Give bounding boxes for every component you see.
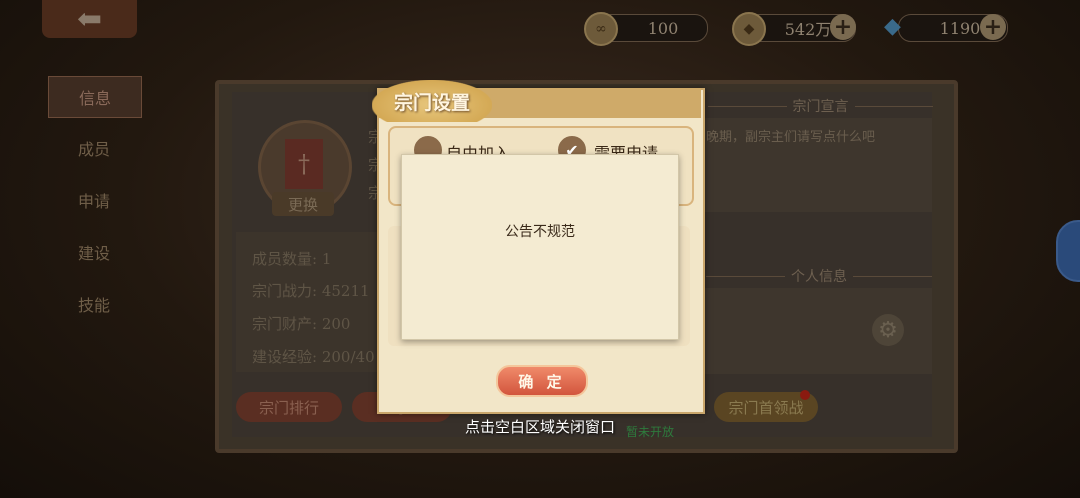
sect-power: 宗门战力: 45211	[252, 282, 370, 300]
change-emblem-button[interactable]: 更换	[272, 192, 334, 216]
nav-info[interactable]: 信息	[48, 76, 142, 118]
notice-invalid-toast: 公告不规范	[401, 154, 679, 340]
nav-members[interactable]: 成员	[48, 128, 140, 168]
back-arrow-icon: ⬅	[76, 1, 103, 37]
resource-coin: 100 ∞	[584, 12, 708, 46]
confirm-button[interactable]: 确 定	[496, 365, 588, 397]
nav-skills[interactable]: 技能	[48, 284, 140, 324]
build-exp: 建设经验: 200/40	[252, 348, 375, 366]
announcement-box[interactable]: 晚期，副宗主们请写点什么吧	[704, 118, 932, 212]
member-count: 成员数量: 1	[252, 250, 332, 268]
add-copper-button[interactable]: +	[830, 14, 856, 40]
close-hint: 点击空白区域关闭窗口	[464, 417, 615, 436]
crystal-icon: ◆	[884, 14, 901, 39]
resource-copper: 542万 ◆ +	[732, 12, 860, 46]
announcement-text: 晚期，副宗主们请写点什么吧	[706, 130, 876, 145]
coin-icon: ∞	[584, 12, 618, 46]
notification-dot	[800, 390, 810, 400]
nav-applications[interactable]: 申请	[48, 180, 140, 220]
copper-coin-icon: ◆	[732, 12, 766, 46]
back-button[interactable]: ⬅	[42, 0, 137, 38]
resource-crystal: 1190 ◆ +	[884, 12, 1008, 42]
side-cube-icon[interactable]	[1056, 220, 1080, 282]
announcement-heading: 宗门宣言	[708, 96, 933, 116]
personal-info-heading: 个人信息	[706, 266, 932, 286]
sword-banner-icon: †	[285, 139, 323, 189]
gear-icon[interactable]: ⚙	[872, 314, 904, 346]
dialog-title: 宗门设置	[372, 80, 492, 122]
add-crystal-button[interactable]: +	[980, 14, 1006, 40]
toast-message: 公告不规范	[505, 224, 575, 240]
nav-construction[interactable]: 建设	[48, 232, 140, 272]
sect-wealth: 宗门财产: 200	[252, 315, 351, 333]
sect-rank-button[interactable]: 宗门排行	[236, 392, 342, 422]
